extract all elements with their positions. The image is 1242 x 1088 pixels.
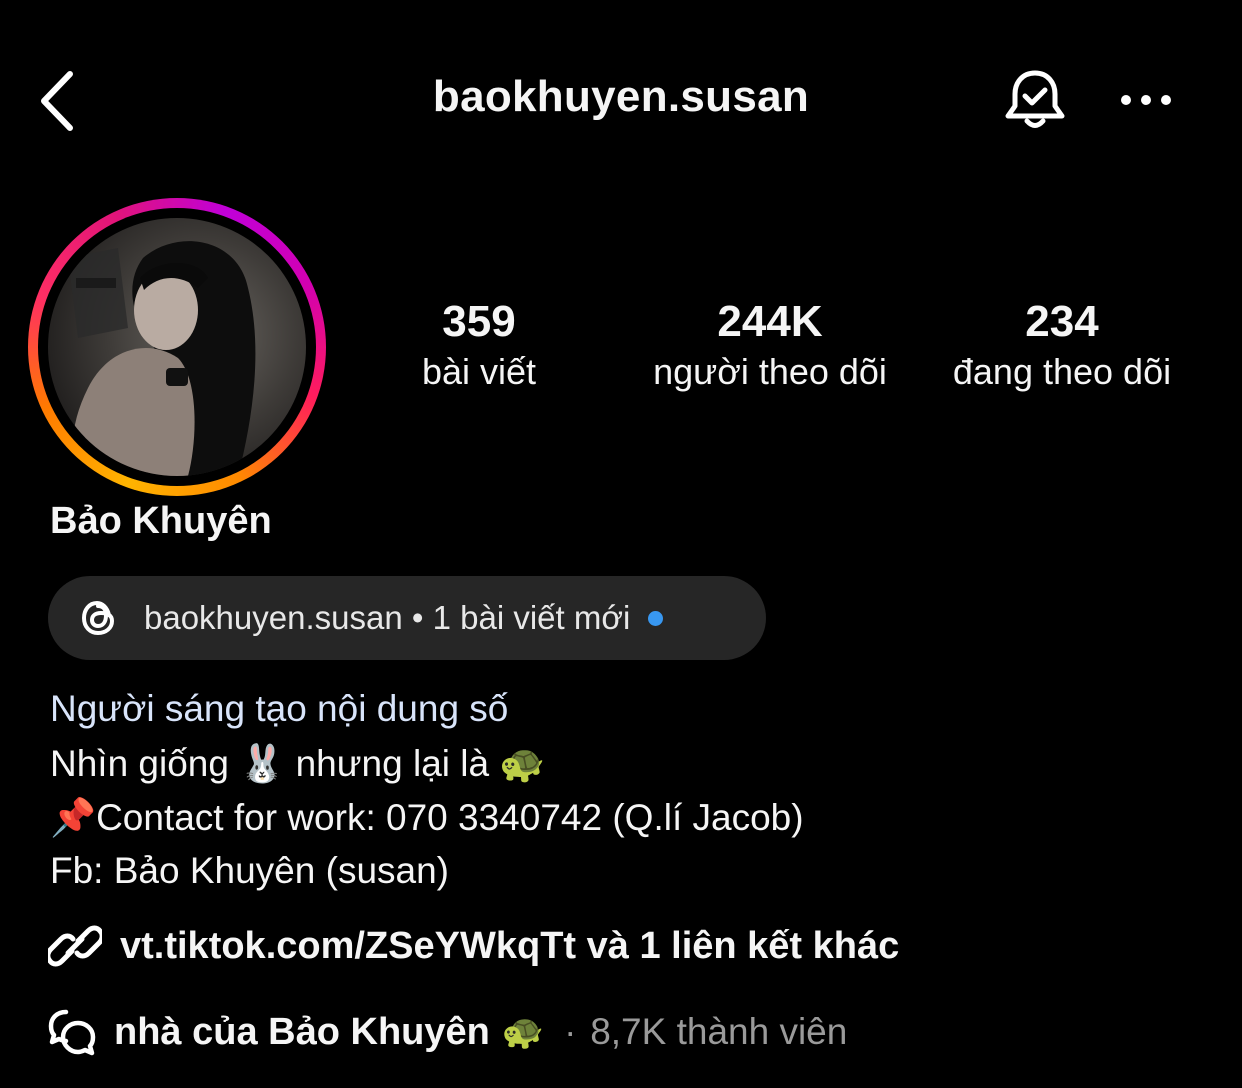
pushpin-emoji: 📌 bbox=[50, 796, 97, 839]
separator-dot: · bbox=[564, 1011, 577, 1052]
bio-line-1: Nhìn giống 🐰 nhưng lại là 🐢 bbox=[50, 742, 545, 786]
display-name: Bảo Khuyên bbox=[50, 500, 272, 542]
bio-line-3: Fb: Bảo Khuyên (susan) bbox=[50, 850, 449, 891]
stat-posts[interactable]: 359 bài viết bbox=[398, 296, 560, 394]
threads-badge-text: baokhuyen.susan • 1 bài viết mới bbox=[144, 599, 631, 636]
more-options-button[interactable] bbox=[1118, 82, 1174, 118]
channel-name: nhà của Bảo Khuyên bbox=[114, 1010, 490, 1053]
more-horizontal-icon bbox=[1121, 95, 1171, 105]
following-label: đang theo dõi bbox=[952, 351, 1172, 392]
bell-check-icon bbox=[1005, 70, 1065, 128]
followers-count: 244K bbox=[717, 297, 823, 346]
threads-badge-button[interactable]: baokhuyen.susan • 1 bài viết mới bbox=[48, 576, 766, 660]
link-icon bbox=[48, 925, 102, 967]
link-text[interactable]: vt.tiktok.com/ZSeYWkqTt và 1 liên kết kh… bbox=[120, 925, 899, 968]
stat-following[interactable]: 234 đang theo dõi bbox=[924, 296, 1200, 394]
broadcast-channel[interactable]: nhà của Bảo Khuyên 🐢 · 8,7K thành viên bbox=[48, 1004, 847, 1060]
bio-line-2: 📌Contact for work: 070 3340742 (Q.lí Jac… bbox=[50, 796, 804, 840]
avatar-photo bbox=[68, 241, 256, 476]
bio-line-1-text-b: nhưng lại là bbox=[295, 743, 490, 784]
followers-label: người theo dõi bbox=[653, 351, 887, 392]
stat-followers[interactable]: 244K người theo dõi bbox=[632, 296, 908, 394]
turtle-emoji: 🐢 bbox=[501, 1012, 545, 1052]
threads-logo-icon bbox=[81, 600, 115, 636]
notifications-button[interactable] bbox=[1000, 66, 1070, 136]
following-count: 234 bbox=[1025, 297, 1099, 346]
new-post-indicator-dot bbox=[648, 610, 664, 626]
bio-category: Người sáng tạo nội dung số bbox=[50, 688, 509, 729]
rabbit-emoji: 🐰 bbox=[239, 742, 286, 785]
turtle-emoji: 🐢 bbox=[499, 742, 546, 785]
broadcast-channel-icon bbox=[48, 1009, 96, 1056]
bio-line-1-text-a: Nhìn giống bbox=[50, 743, 229, 784]
avatar[interactable] bbox=[48, 218, 306, 476]
bio-contact-text: Contact for work: 070 3340742 (Q.lí Jaco… bbox=[96, 797, 804, 838]
posts-label: bài viết bbox=[421, 351, 537, 392]
channel-member-count: 8,7K thành viên bbox=[590, 1011, 848, 1052]
posts-count: 359 bbox=[442, 297, 516, 346]
external-link[interactable]: vt.tiktok.com/ZSeYWkqTt và 1 liên kết kh… bbox=[48, 916, 899, 976]
